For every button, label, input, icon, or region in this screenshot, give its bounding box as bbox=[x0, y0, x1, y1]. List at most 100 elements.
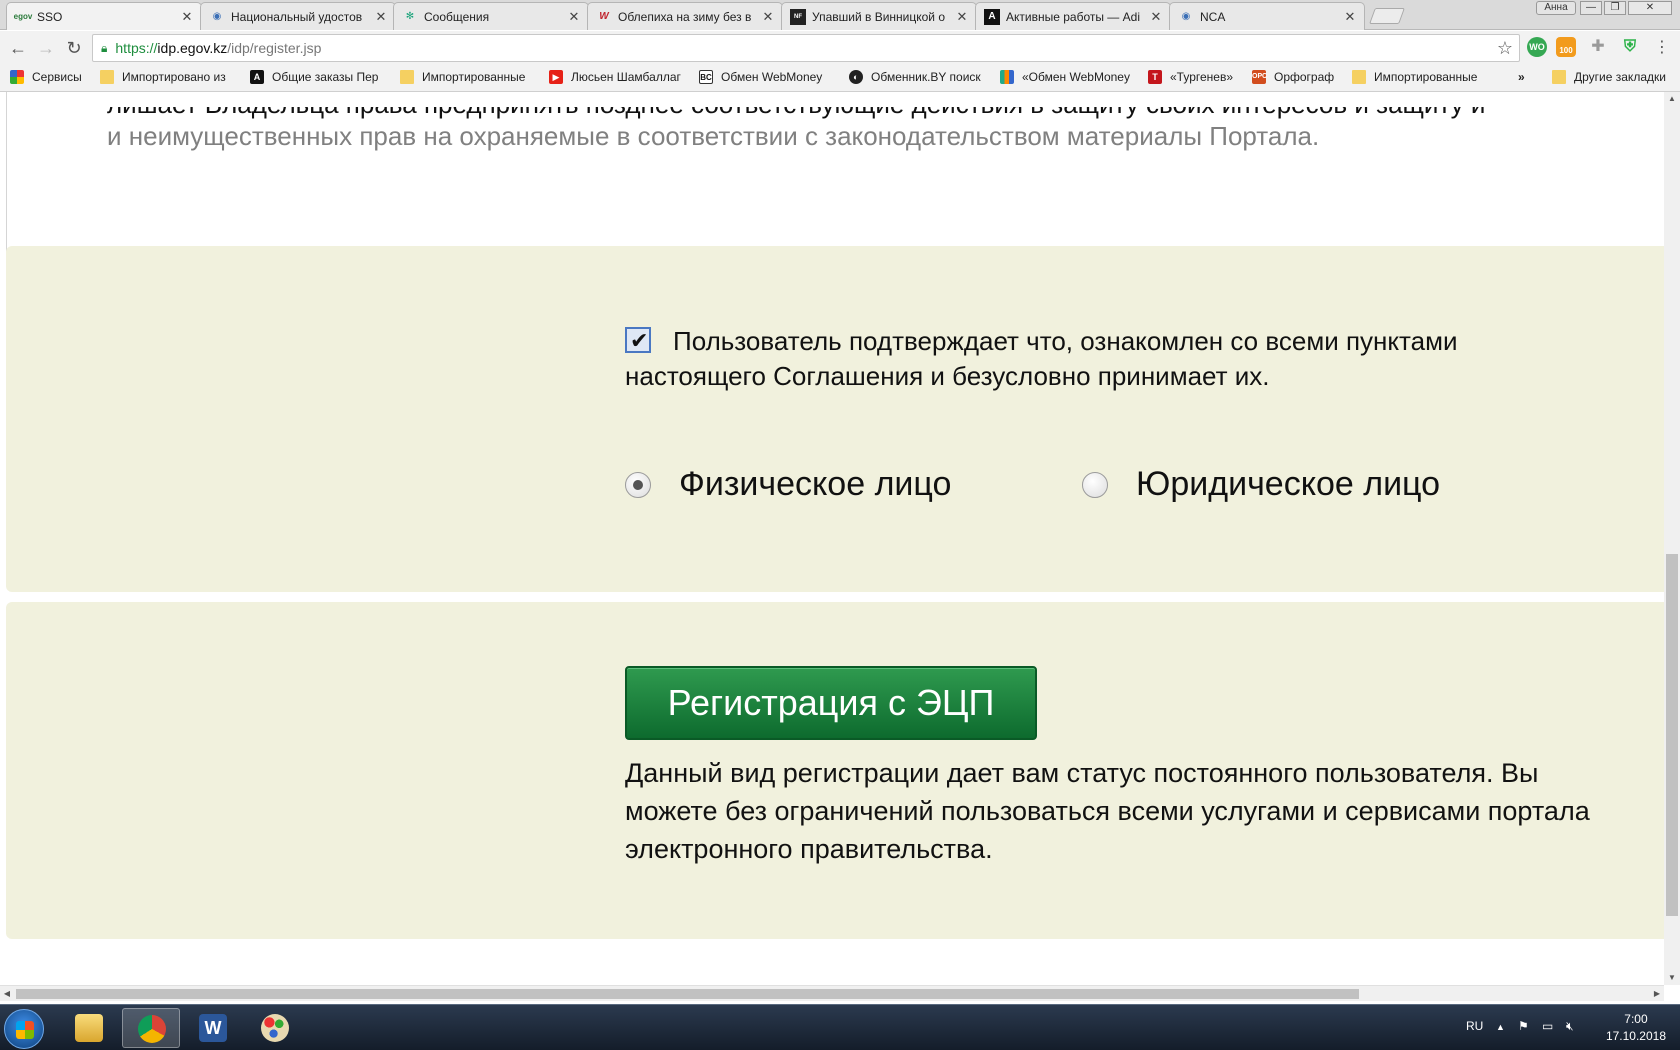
restore-button[interactable]: ❐ bbox=[1604, 1, 1626, 15]
start-button[interactable] bbox=[4, 1009, 44, 1049]
bookmark-imported[interactable]: Импортированные bbox=[400, 70, 534, 84]
youtube-icon: ▶ bbox=[549, 70, 563, 84]
language-indicator[interactable]: RU bbox=[1466, 1019, 1483, 1033]
exchanger-icon: ◐ bbox=[849, 70, 863, 84]
bookmark-general-orders[interactable]: A Общие заказы Пер bbox=[250, 70, 384, 84]
forward-arrow-icon[interactable]: → bbox=[34, 36, 58, 60]
register-with-eds-button[interactable]: Регистрация с ЭЦП bbox=[625, 666, 1037, 740]
close-tab-icon[interactable]: ✕ bbox=[181, 9, 193, 25]
url-scheme: https:// bbox=[115, 40, 158, 56]
registration-description: Данный вид регистрации дает вам статус п… bbox=[625, 758, 1590, 864]
bookmark-lucien[interactable]: ▶ Люсьен Шамбаллаг bbox=[549, 70, 685, 84]
tab-vinnytsia[interactable]: NF Упавший в Винницкой о ✕ bbox=[781, 2, 977, 30]
tab-active-works[interactable]: A Активные работы — Adi ✕ bbox=[975, 2, 1171, 30]
lock-icon: 🔒︎ bbox=[101, 40, 108, 55]
tab-title: Национальный удостов bbox=[231, 9, 363, 24]
url-host: idp.egov.kz bbox=[157, 40, 228, 56]
close-tab-icon[interactable]: ✕ bbox=[1344, 9, 1356, 25]
bookmarks-overflow-chevron-icon[interactable]: » bbox=[1518, 70, 1525, 84]
tab-title: SSO bbox=[37, 9, 63, 24]
wot-icon[interactable]: WO bbox=[1527, 37, 1547, 57]
tab-nca[interactable]: ◉ NCA ✕ bbox=[1169, 2, 1365, 30]
minimize-button[interactable]: — bbox=[1580, 1, 1602, 15]
word-taskbar-button[interactable]: W bbox=[184, 1008, 242, 1048]
snowflake-icon: ✻ bbox=[405, 11, 415, 22]
bookmark-label: «Тургенев» bbox=[1170, 70, 1234, 84]
scroll-up-arrow-icon[interactable]: ▲ bbox=[1664, 92, 1680, 106]
agreement-text-line: лишает Владельца права предпринять поздн… bbox=[107, 92, 1486, 119]
tray-expand-icon[interactable]: ▲ bbox=[1496, 1022, 1505, 1032]
address-bar[interactable]: 🔒︎ https:// idp.egov.kz /idp/register.js… bbox=[92, 34, 1520, 62]
accept-terms-row: Пользователь подтверждает что, ознакомле… bbox=[625, 323, 1585, 394]
bookmark-orfograf[interactable]: ОРС Орфограф bbox=[1252, 70, 1352, 84]
scroll-down-arrow-icon[interactable]: ▼ bbox=[1664, 971, 1680, 985]
bookmark-label: Импортированные bbox=[1374, 70, 1478, 84]
bc-icon: BC bbox=[699, 70, 713, 84]
t-icon: T bbox=[1148, 70, 1162, 84]
url-path: /idp/register.jsp bbox=[227, 40, 322, 56]
menu-dots-icon[interactable]: ⋮ bbox=[1650, 36, 1674, 60]
bookmark-label: Импортированные bbox=[422, 70, 526, 84]
radio-legal-label: Юридическое лицо bbox=[1136, 465, 1441, 503]
bookmark-label: «Обмен WebMoney bbox=[1022, 70, 1130, 84]
close-tab-icon[interactable]: ✕ bbox=[375, 9, 387, 25]
folder-icon bbox=[100, 70, 114, 84]
network-icon[interactable]: ▭ bbox=[1542, 1019, 1553, 1033]
back-arrow-icon[interactable]: ← bbox=[6, 36, 30, 60]
radio-individual[interactable]: Физическое лицо bbox=[625, 465, 951, 504]
close-tab-icon[interactable]: ✕ bbox=[1150, 9, 1162, 25]
bookmark-obmennik[interactable]: ◐ Обменник.BY поиск bbox=[849, 70, 985, 84]
scroll-right-arrow-icon[interactable]: ▶ bbox=[1650, 986, 1664, 1002]
bookmark-imported-from[interactable]: Импортировано из bbox=[100, 70, 236, 84]
explorer-taskbar-button[interactable] bbox=[60, 1008, 118, 1048]
acceptance-panel: Пользователь подтверждает что, ознакомле… bbox=[6, 246, 1664, 592]
close-tab-icon[interactable]: ✕ bbox=[762, 9, 774, 25]
volume-muted-icon[interactable]: 🔇︎ bbox=[1566, 1019, 1574, 1034]
windows-taskbar: W RU ▲ ⚑ ▭ 🔇︎ 7:00 17.10.2018 bbox=[0, 1004, 1680, 1050]
new-tab-button[interactable] bbox=[1369, 8, 1405, 24]
radio-legal-entity[interactable]: Юридическое лицо bbox=[1082, 465, 1440, 504]
folder-icon bbox=[75, 1014, 103, 1042]
bookmarks-bar: Сервисы Импортировано из A Общие заказы … bbox=[0, 65, 1680, 92]
profile-chip[interactable]: Анна bbox=[1536, 1, 1576, 15]
tab-sso[interactable]: egov SSO ✕ bbox=[6, 2, 202, 30]
accept-terms-checkbox[interactable] bbox=[625, 323, 651, 358]
bookmark-label: Обмен WebMoney bbox=[721, 70, 823, 84]
radio-button-checked-icon[interactable] bbox=[625, 471, 651, 498]
tab-messages[interactable]: ✻ Сообщения ✕ bbox=[393, 2, 589, 30]
vertical-scrollbar[interactable]: ▲ ▼ bbox=[1664, 92, 1680, 985]
radio-button-icon[interactable] bbox=[1082, 471, 1108, 498]
bookmark-imported-2[interactable]: Импортированные bbox=[1352, 70, 1486, 84]
close-tab-icon[interactable]: ✕ bbox=[568, 9, 580, 25]
scroll-left-arrow-icon[interactable]: ◀ bbox=[0, 986, 14, 1002]
puzzle-icon[interactable]: ✚ bbox=[1588, 37, 1608, 57]
chrome-icon bbox=[138, 1015, 166, 1043]
egov-favicon: egov bbox=[13, 12, 33, 21]
reload-icon[interactable]: ↻ bbox=[62, 36, 86, 60]
horizontal-scrollbar[interactable]: ◀ ▶ bbox=[0, 985, 1664, 1001]
close-window-button[interactable]: ✕ bbox=[1628, 1, 1672, 15]
ors-icon: ОРС bbox=[1252, 70, 1267, 84]
bookmark-turgenev[interactable]: T «Тургенев» bbox=[1148, 70, 1252, 84]
bookmark-webmoney-exchange[interactable]: BC Обмен WebMoney bbox=[699, 70, 835, 84]
paint-taskbar-button[interactable] bbox=[246, 1008, 304, 1048]
close-tab-icon[interactable]: ✕ bbox=[956, 9, 968, 25]
chrome-taskbar-button[interactable] bbox=[122, 1008, 180, 1048]
globe-icon: ◉ bbox=[1181, 11, 1191, 22]
tab-sea-buckthorn[interactable]: W Облепиха на зиму без в ✕ bbox=[587, 2, 783, 30]
system-clock[interactable]: 7:00 17.10.2018 bbox=[1606, 1011, 1666, 1045]
bookmark-services[interactable]: Сервисы bbox=[10, 70, 82, 84]
action-center-flag-icon[interactable]: ⚑ bbox=[1518, 1019, 1529, 1033]
globe-icon: ◉ bbox=[212, 11, 222, 22]
radio-individual-label: Физическое лицо bbox=[679, 465, 952, 503]
bookmark-label: Другие закладки bbox=[1574, 70, 1666, 84]
page-viewport: лишает Владельца права предпринять поздн… bbox=[0, 92, 1664, 985]
horizontal-scrollbar-thumb[interactable] bbox=[16, 989, 1359, 999]
shield-icon[interactable]: ⛨ bbox=[1620, 37, 1640, 57]
feed-icon[interactable]: 100 bbox=[1556, 37, 1576, 57]
bookmark-webmoney-quote[interactable]: «Обмен WebMoney bbox=[1000, 70, 1136, 84]
tab-national-cert[interactable]: ◉ Национальный удостов ✕ bbox=[200, 2, 396, 30]
vertical-scrollbar-thumb[interactable] bbox=[1666, 554, 1678, 916]
bookmark-other[interactable]: Другие закладки bbox=[1552, 70, 1666, 84]
bookmark-star-icon[interactable]: ☆ bbox=[1497, 38, 1513, 59]
